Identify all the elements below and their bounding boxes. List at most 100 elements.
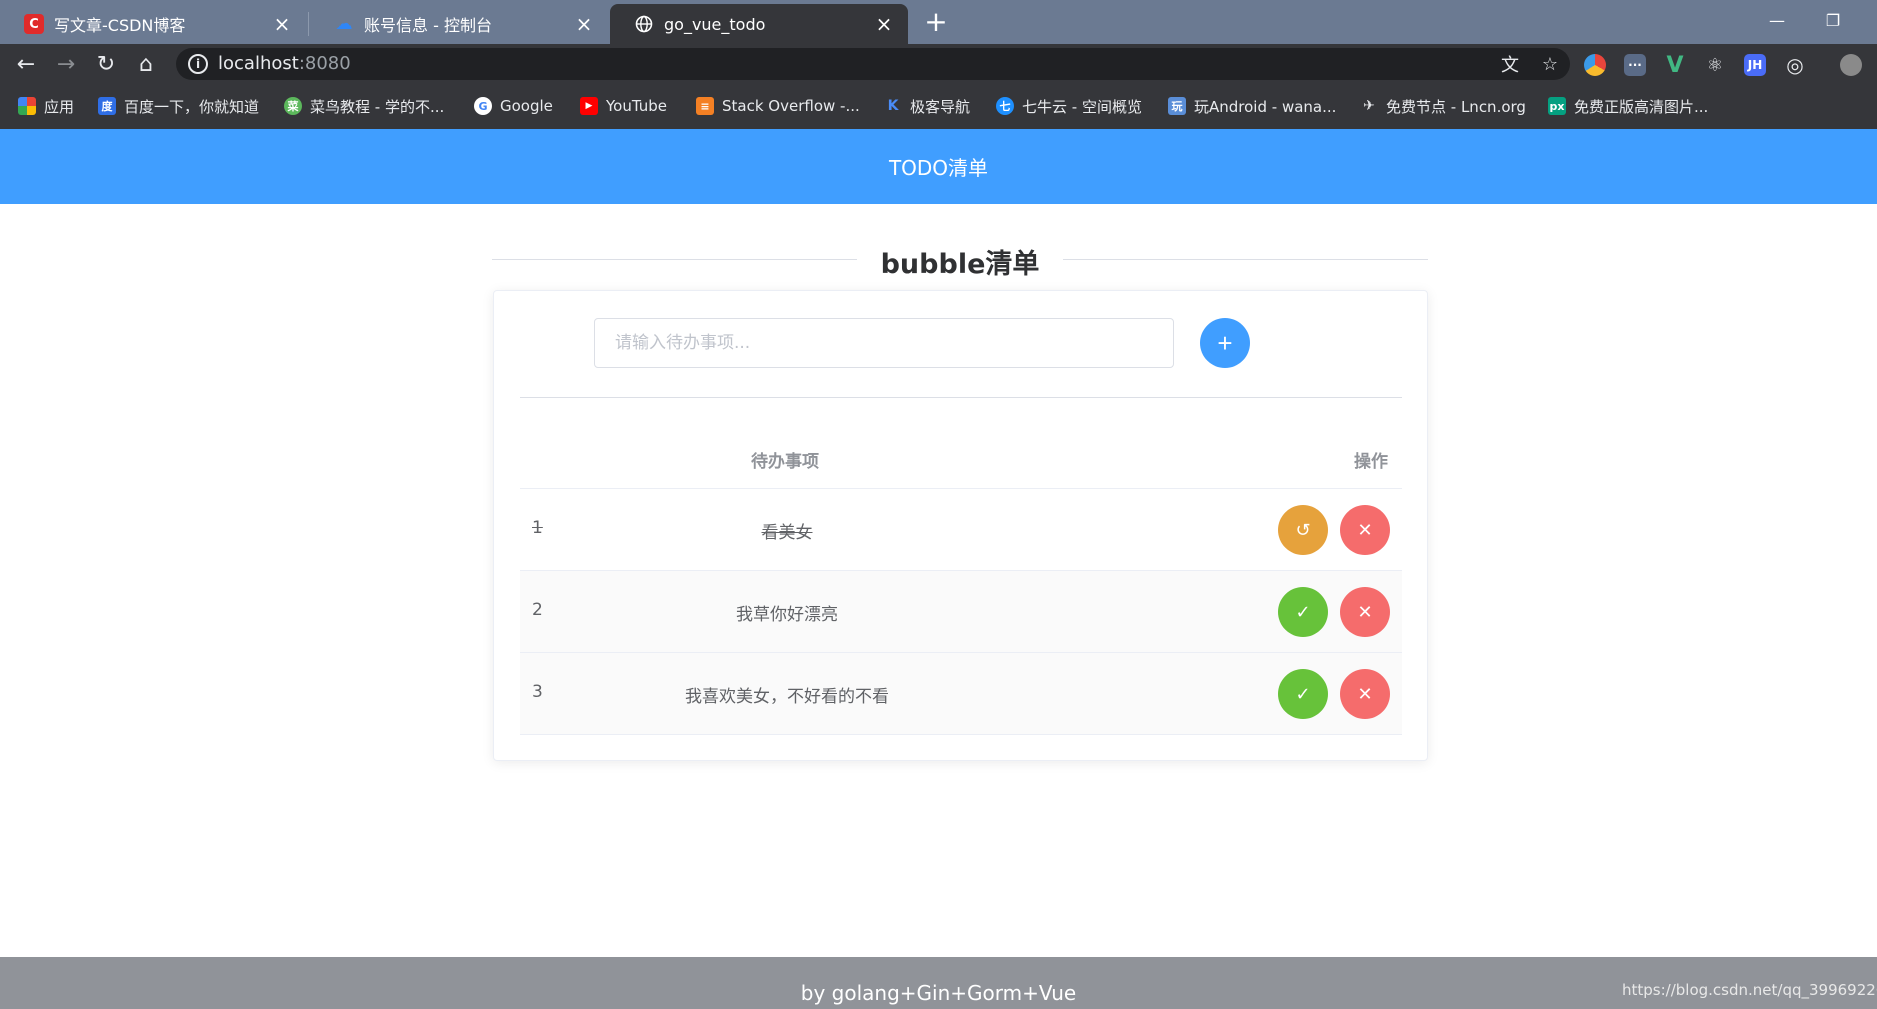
todo-input[interactable]	[594, 318, 1174, 368]
bookmark-star-icon[interactable]: ☆	[1538, 52, 1562, 76]
wanandroid-icon: 玩	[1168, 97, 1186, 115]
close-icon: ✕	[1357, 519, 1373, 541]
complete-button[interactable]: ✓	[1278, 669, 1328, 719]
globe-icon	[634, 14, 654, 34]
csdn-watermark: https://blog.csdn.net/qq_39969226	[1622, 981, 1877, 999]
bookmark-apps[interactable]: 应用	[18, 94, 74, 118]
bookmark-label: Stack Overflow -...	[722, 97, 860, 115]
site-info-icon[interactable]: i	[188, 54, 208, 74]
bookmark-label: 应用	[44, 97, 75, 116]
address-bar[interactable]: i localhost:8080 文 ☆	[176, 48, 1570, 80]
browser-tab-csdn[interactable]: C 写文章-CSDN博客 ×	[0, 4, 306, 44]
bookmark-stackoverflow[interactable]: ≡ Stack Overflow -...	[696, 94, 860, 118]
bookmark-google[interactable]: G Google	[474, 94, 553, 118]
todo-table: 待办事项 操作 1 看美女 ↺ ✕ 2 我草你好漂亮 ✓ ✕ 3 我喜欢美女，不…	[520, 429, 1402, 735]
browser-tab-console[interactable]: ☁ 账号信息 - 控制台 ×	[310, 4, 608, 44]
delete-button[interactable]: ✕	[1340, 505, 1390, 555]
back-arrow-icon[interactable]: ←	[10, 48, 42, 80]
target-icon[interactable]: ◎	[1784, 53, 1806, 77]
csdn-icon: C	[24, 14, 44, 34]
bookmark-label: 免费节点 - Lncn.org	[1386, 97, 1526, 116]
column-header-action: 操作	[1354, 452, 1388, 472]
restore-window-icon[interactable]: ❐	[1810, 6, 1856, 34]
user-avatar-icon[interactable]	[1840, 54, 1862, 76]
table-row: 3 我喜欢美女，不好看的不看 ✓ ✕	[520, 653, 1402, 735]
pexels-icon: px	[1548, 97, 1566, 115]
app-header: TODO清单	[0, 129, 1877, 204]
browser-toolbar: ← → ↻ ⌂ i localhost:8080 文 ☆ ··· V ⚛ JH …	[0, 44, 1877, 84]
undo-button[interactable]: ↺	[1278, 505, 1328, 555]
forward-arrow-icon[interactable]: →	[50, 48, 82, 80]
todo-card: + 待办事项 操作 1 看美女 ↺ ✕ 2 我草你好漂亮 ✓ ✕ 3 我喜欢美女…	[493, 290, 1428, 761]
browser-tab-strip: C 写文章-CSDN博客 × ☁ 账号信息 - 控制台 × go_vue_tod…	[0, 0, 1877, 44]
delete-button[interactable]: ✕	[1340, 669, 1390, 719]
google-icon: G	[474, 97, 492, 115]
bookmarks-bar: 应用 度 百度一下，你就知道 菜 菜鸟教程 - 学的不... G Google …	[0, 84, 1877, 129]
extension-chrome-color-icon[interactable]	[1584, 54, 1606, 76]
card-divider	[520, 397, 1402, 398]
browser-tab-go-vue-todo[interactable]: go_vue_todo ×	[610, 4, 908, 44]
bookmark-pexels[interactable]: px 免费正版高清图片...	[1548, 94, 1708, 118]
home-icon[interactable]: ⌂	[130, 48, 162, 80]
tab-title: 写文章-CSDN博客	[54, 16, 186, 35]
tab-close-icon[interactable]: ×	[574, 12, 594, 36]
stackoverflow-icon: ≡	[696, 97, 714, 115]
close-icon: ✕	[1357, 601, 1373, 623]
table-row: 2 我草你好漂亮 ✓ ✕	[520, 571, 1402, 653]
reload-icon[interactable]: ↻	[90, 48, 122, 80]
check-icon: ✓	[1295, 683, 1311, 705]
minimize-window-icon[interactable]: —	[1754, 6, 1800, 34]
bookmark-label: 七牛云 - 空间概览	[1022, 97, 1142, 116]
bookmark-lncn[interactable]: ✈ 免费节点 - Lncn.org	[1360, 94, 1526, 118]
bookmark-label: YouTube	[606, 97, 667, 115]
add-todo-button[interactable]: +	[1200, 318, 1250, 368]
bookmark-label: 极客导航	[910, 97, 971, 116]
bookmark-label: 菜鸟教程 - 学的不...	[310, 97, 445, 116]
cloud-icon: ☁	[335, 14, 353, 34]
bookmark-qiniu[interactable]: 七 七牛云 - 空间概览	[996, 94, 1142, 118]
bookmark-wanandroid[interactable]: 玩 玩Android - wana...	[1168, 94, 1336, 118]
table-row: 1 看美女 ↺ ✕	[520, 489, 1402, 571]
tab-title: 账号信息 - 控制台	[364, 16, 492, 35]
bookmark-label: 百度一下，你就知道	[124, 97, 260, 116]
column-header-todo: 待办事项	[751, 452, 819, 472]
check-icon: ✓	[1295, 601, 1311, 623]
url-text: localhost:8080	[218, 53, 351, 74]
bookmark-label: 玩Android - wana...	[1194, 97, 1337, 116]
bookmark-runoob[interactable]: 菜 菜鸟教程 - 学的不...	[284, 94, 444, 118]
youtube-icon: ▶	[580, 97, 598, 115]
apps-grid-icon	[18, 97, 36, 115]
close-icon: ✕	[1357, 683, 1373, 705]
bookmark-jike[interactable]: K 极客导航	[884, 94, 970, 118]
react-devtools-icon[interactable]: ⚛	[1704, 54, 1726, 76]
footer-text: by golang+Gin+Gorm+Vue	[800, 981, 1077, 1005]
app-header-title: TODO清单	[888, 156, 989, 180]
translate-icon[interactable]: 文	[1498, 52, 1522, 76]
extension-dots-icon[interactable]: ···	[1624, 54, 1646, 76]
runoob-icon: 菜	[284, 97, 302, 115]
jsonhandle-icon[interactable]: JH	[1744, 54, 1766, 76]
todo-title: 我草你好漂亮	[736, 605, 838, 625]
tab-separator	[308, 12, 309, 36]
tab-close-icon[interactable]: ×	[874, 12, 894, 36]
app-footer: by golang+Gin+Gorm+Vue	[0, 957, 1877, 1009]
todo-title: 看美女	[761, 523, 813, 543]
refresh-left-icon: ↺	[1295, 519, 1311, 541]
tab-title: go_vue_todo	[664, 14, 766, 34]
complete-button[interactable]: ✓	[1278, 587, 1328, 637]
tab-close-icon[interactable]: ×	[272, 12, 292, 36]
qiniu-icon: 七	[996, 97, 1014, 115]
bookmark-label: 免费正版高清图片...	[1574, 97, 1709, 116]
jike-icon: K	[887, 98, 899, 114]
todo-title: 我喜欢美女，不好看的不看	[685, 687, 889, 707]
vue-devtools-icon[interactable]: V	[1664, 53, 1686, 78]
bookmark-youtube[interactable]: ▶ YouTube	[580, 94, 667, 118]
section-divider-title: bubble清单	[492, 240, 1428, 280]
delete-button[interactable]: ✕	[1340, 587, 1390, 637]
paper-plane-icon: ✈	[1363, 98, 1375, 114]
baidu-icon: 度	[98, 97, 116, 115]
bookmark-baidu[interactable]: 度 百度一下，你就知道	[98, 94, 259, 118]
table-header: 待办事项 操作	[520, 429, 1402, 489]
new-tab-button[interactable]: +	[922, 5, 950, 38]
list-title: bubble清单	[492, 242, 1428, 281]
